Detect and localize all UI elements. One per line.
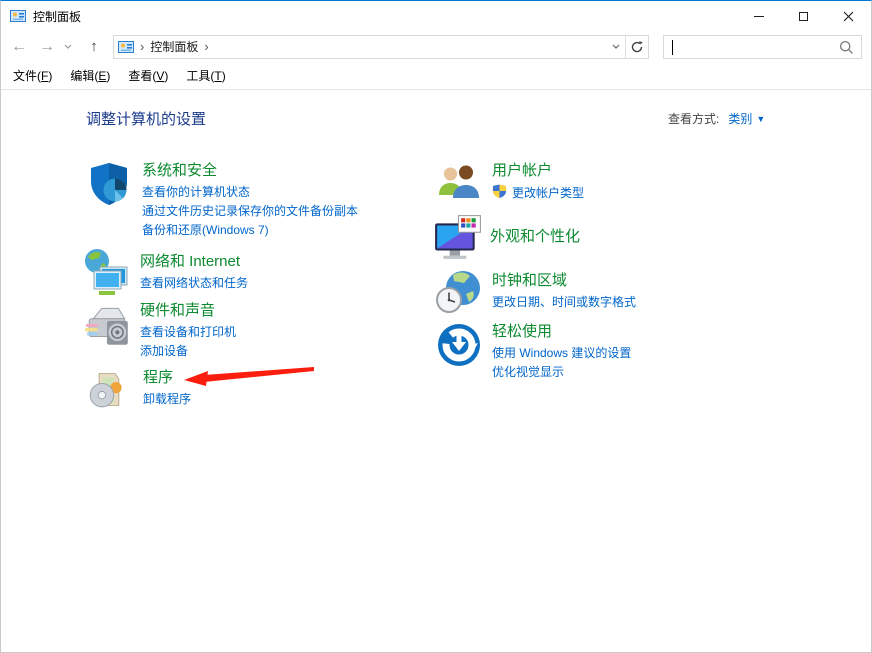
category-title-ease-of-access[interactable]: 轻松使用: [492, 322, 631, 342]
uac-shield-icon: [492, 183, 507, 204]
dropdown-triangle-icon[interactable]: ▼: [756, 114, 765, 124]
view-by-label: 查看方式:: [668, 110, 719, 127]
category-user-accounts: 用户帐户 更改帐户类型: [435, 160, 584, 208]
menu-file[interactable]: 文件(F): [11, 64, 54, 87]
search-box[interactable]: [663, 35, 862, 59]
minimize-button[interactable]: [736, 1, 781, 31]
navigation-toolbar: ← → ↑ › 控制面板 ›: [1, 31, 871, 62]
category-system-security: 系统和安全 查看你的计算机状态 通过文件历史记录保存你的文件备份副本 备份和还原…: [85, 160, 358, 240]
link-change-account-type[interactable]: 更改帐户类型: [512, 184, 584, 203]
breadcrumb-separator-icon: ›: [134, 39, 150, 54]
view-by-control: 查看方式: 类别 ▼: [668, 110, 765, 127]
address-bar[interactable]: › 控制面板 ›: [113, 35, 649, 59]
up-button[interactable]: ↑: [81, 34, 107, 60]
category-clock-region: 时钟和区域 更改日期、时间或数字格式: [435, 267, 636, 315]
breadcrumb-control-panel[interactable]: 控制面板: [150, 38, 198, 55]
address-dropdown-button[interactable]: [607, 44, 625, 49]
category-title-system-security[interactable]: 系统和安全: [142, 161, 358, 181]
maximize-icon: [799, 12, 808, 21]
window-title: 控制面板: [33, 8, 81, 25]
maximize-button[interactable]: [781, 1, 826, 31]
close-button[interactable]: [826, 1, 871, 31]
category-title-clock-region[interactable]: 时钟和区域: [492, 271, 636, 291]
link-backup-restore-win7[interactable]: 备份和还原(Windows 7): [142, 221, 358, 240]
link-uninstall-program[interactable]: 卸载程序: [143, 390, 191, 409]
system-security-icon[interactable]: [85, 160, 133, 208]
category-title-network-internet[interactable]: 网络和 Internet: [140, 252, 248, 272]
programs-icon[interactable]: [86, 367, 134, 415]
red-annotation-arrow: [182, 363, 315, 387]
content-area: 调整计算机的设置 查看方式: 类别 ▼ 系统和安全 查看你的计算机状态 通: [1, 1, 871, 652]
link-optimize-visual-display[interactable]: 优化视觉显示: [492, 363, 631, 382]
link-view-computer-status[interactable]: 查看你的计算机状态: [142, 183, 358, 202]
link-windows-suggested-settings[interactable]: 使用 Windows 建议的设置: [492, 344, 631, 363]
search-input[interactable]: [672, 37, 832, 57]
clock-region-icon[interactable]: [435, 267, 483, 315]
page-title: 调整计算机的设置: [86, 108, 206, 129]
text-caret: [672, 40, 673, 55]
appearance-personalization-icon[interactable]: [433, 213, 481, 261]
link-view-network-status[interactable]: 查看网络状态和任务: [140, 274, 248, 293]
recent-pages-button[interactable]: [61, 34, 75, 60]
user-accounts-icon[interactable]: [435, 160, 483, 208]
network-internet-icon[interactable]: [83, 248, 131, 296]
category-ease-of-access: 轻松使用 使用 Windows 建议的设置 优化视觉显示: [435, 321, 631, 382]
menubar: 文件(F) 编辑(E) 查看(V) 工具(T): [1, 62, 871, 90]
forward-button[interactable]: →: [33, 34, 61, 60]
category-network-internet: 网络和 Internet 查看网络状态和任务: [83, 248, 248, 296]
category-title-appearance[interactable]: 外观和个性化: [490, 227, 580, 247]
category-programs: 程序 卸载程序: [86, 367, 191, 415]
breadcrumb-separator-icon[interactable]: ›: [198, 39, 214, 54]
chevron-down-icon: [612, 44, 620, 49]
category-appearance-personalization: 外观和个性化: [433, 213, 580, 261]
control-panel-window: 控制面板 ← → ↑: [0, 0, 872, 653]
control-panel-icon: [118, 39, 134, 55]
refresh-icon: [630, 40, 644, 54]
control-panel-icon: [10, 8, 26, 24]
link-view-devices-printers[interactable]: 查看设备和打印机: [140, 323, 236, 342]
category-hardware-sound: 硬件和声音 查看设备和打印机 添加设备: [83, 300, 236, 361]
forward-arrow-icon: →: [39, 38, 55, 56]
category-title-user-accounts[interactable]: 用户帐户: [492, 161, 584, 181]
titlebar: 控制面板: [1, 1, 871, 31]
link-add-device[interactable]: 添加设备: [140, 342, 236, 361]
back-button[interactable]: ←: [5, 34, 33, 60]
minimize-icon: [754, 16, 764, 17]
up-arrow-icon: ↑: [90, 38, 98, 55]
menu-tools[interactable]: 工具(T): [184, 64, 227, 87]
search-icon: [839, 40, 854, 60]
chevron-down-icon: [64, 44, 72, 49]
category-title-hardware-sound[interactable]: 硬件和声音: [140, 301, 236, 321]
close-icon: [843, 11, 854, 22]
hardware-sound-icon[interactable]: [83, 300, 131, 348]
refresh-button[interactable]: [626, 36, 648, 58]
link-change-date-time-format[interactable]: 更改日期、时间或数字格式: [492, 293, 636, 312]
menu-edit[interactable]: 编辑(E): [68, 64, 112, 87]
view-by-value[interactable]: 类别: [728, 110, 752, 127]
ease-of-access-icon[interactable]: [435, 321, 483, 369]
menu-view[interactable]: 查看(V): [126, 64, 170, 87]
link-file-history-backup[interactable]: 通过文件历史记录保存你的文件备份副本: [142, 202, 358, 221]
back-arrow-icon: ←: [11, 38, 27, 56]
